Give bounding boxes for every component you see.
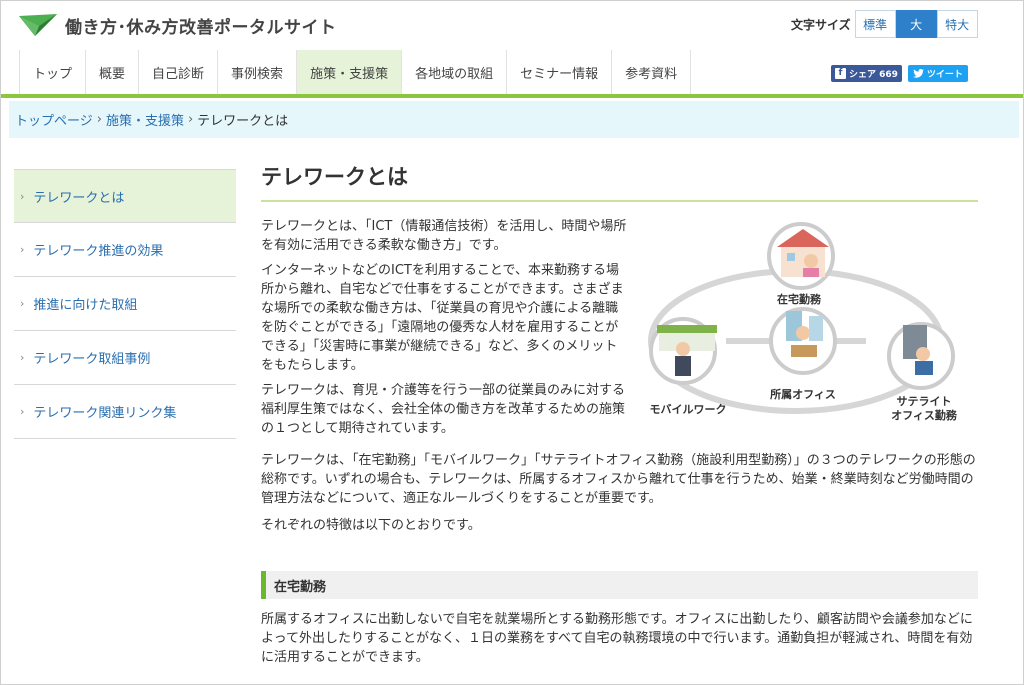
sidebar-item-label: テレワーク取組事例 [33,352,151,367]
overview-paragraph: テレワークは、「在宅勤務」「モバイルワーク」「サテライトオフィス勤務（施設利用型… [261,453,976,506]
font-size-switcher: 文字サイズ 標準 大 特大 [791,10,978,38]
sidebar-item-label: 推進に向けた取組 [33,298,138,313]
overview-paragraph: それぞれの特徴は以下のとおりです。 [261,518,481,533]
nav-item-seminars[interactable]: セミナー情報 [507,50,613,94]
breadcrumb: トップページ › 施策・支援策 › テレワークとは [9,101,1019,138]
telework-diagram: 在宅勤務 所属オフィス モバイルワーク サテライト オフィス勤務 [648,222,958,422]
breadcrumb-separator: › [187,112,194,127]
nav-item-regional[interactable]: 各地域の取組 [402,50,508,94]
sidebar-item-label: テレワーク関連リンク集 [33,406,177,421]
site-header: 働き方･休み方改善ポータルサイト 文字サイズ 標準 大 特大 [1,1,1023,49]
twitter-tweet-label: ツイート [926,70,963,80]
facebook-share-button[interactable]: f シェア 669 [831,65,902,82]
chevron-right-icon: › [20,405,25,418]
home-label: 在宅勤務 [777,292,822,306]
mobile-label: モバイルワーク [650,403,727,416]
sidebar-item-telework-effects[interactable]: › テレワーク推進の効果 [14,223,236,277]
nav-item-top[interactable]: トップ [20,50,87,94]
breadcrumb-separator: › [96,112,102,127]
overview-text: テレワークは、「在宅勤務」「モバイルワーク」「サテライトオフィス勤務（施設利用型… [261,451,978,543]
nav-item-self-diagnosis[interactable]: 自己診断 [139,50,219,94]
sidebar-item-cases[interactable]: › テレワーク取組事例 [14,331,236,385]
chevron-right-icon: › [20,297,25,310]
intro-paragraph: インターネットなどのICTを利用することで、本来勤務する場所から離れ、自宅などで… [261,263,624,373]
section-heading-home-work: 在宅勤務 [261,571,978,599]
site-title: 働き方･休み方改善ポータルサイト [65,17,337,38]
nav-item-policies[interactable]: 施策・支援策 [297,50,403,94]
nav-item-references[interactable]: 参考資料 [612,50,692,94]
page-frame: 働き方･休み方改善ポータルサイト 文字サイズ 標準 大 特大 トップ 概要 自己… [0,0,1024,685]
breadcrumb-link-policies[interactable]: 施策・支援策 [106,110,184,129]
satellite-label-line2: オフィス勤務 [891,408,958,422]
facebook-share-label: シェア 669 [849,70,898,80]
facebook-icon: f [835,68,846,79]
office-circle [769,307,837,375]
paper-plane-icon [19,14,57,36]
chevron-right-icon: › [20,189,25,203]
satellite-label-line1: サテライト [897,395,952,408]
chevron-right-icon: › [20,243,25,256]
sidebar-item-telework-about[interactable]: › テレワークとは [14,169,236,223]
breadcrumb-link-top[interactable]: トップページ [15,110,93,129]
sidebar-nav: › テレワークとは › テレワーク推進の効果 › 推進に向けた取組 › テレワー… [14,169,236,439]
global-nav: トップ 概要 自己診断 事例検索 施策・支援策 各地域の取組 セミナー情報 参考… [19,50,692,94]
main-content: テレワークとは テレワークとは、「ICT（情報通信技術）を活用し、時間や場所を有… [261,161,978,665]
sidebar-item-initiatives[interactable]: › 推進に向けた取組 [14,277,236,331]
sidebar-item-links[interactable]: › テレワーク関連リンク集 [14,385,236,439]
font-size-label: 文字サイズ [791,17,851,32]
nav-item-case-search[interactable]: 事例検索 [218,50,298,94]
intro-paragraph: テレワークとは、「ICT（情報通信技術）を活用し、時間や場所を有効に活用できる柔… [261,219,627,253]
intro-paragraph: テレワークは、育児・介護等を行う一部の従業員のみに対する福利厚生策ではなく、会社… [261,383,626,436]
twitter-icon [912,69,924,78]
nav-item-overview[interactable]: 概要 [86,50,140,94]
sidebar-item-label: テレワークとは [33,190,125,206]
social-buttons: f シェア 669 ツイート [831,65,968,82]
sidebar-item-label: テレワーク推進の効果 [33,244,164,259]
nav-divider [1,94,1023,98]
breadcrumb-current: テレワークとは [197,114,289,129]
office-label: 所属オフィス [770,387,836,401]
section-body-home-work: 所属するオフィスに出勤しないで自宅を就業場所とする勤務形態です。オフィスに出勤し… [261,612,973,665]
intro-text: テレワークとは、「ICT（情報通信技術）を活用し、時間や場所を有効に活用できる柔… [261,217,627,444]
site-logo[interactable]: 働き方･休み方改善ポータルサイト [19,12,337,38]
chevron-right-icon: › [20,351,25,364]
page-title: テレワークとは [261,161,978,202]
twitter-tweet-button[interactable]: ツイート [907,65,968,82]
font-size-standard-button[interactable]: 標準 [854,10,896,38]
font-size-large-button[interactable]: 大 [895,10,937,38]
font-size-xlarge-button[interactable]: 特大 [936,10,978,38]
